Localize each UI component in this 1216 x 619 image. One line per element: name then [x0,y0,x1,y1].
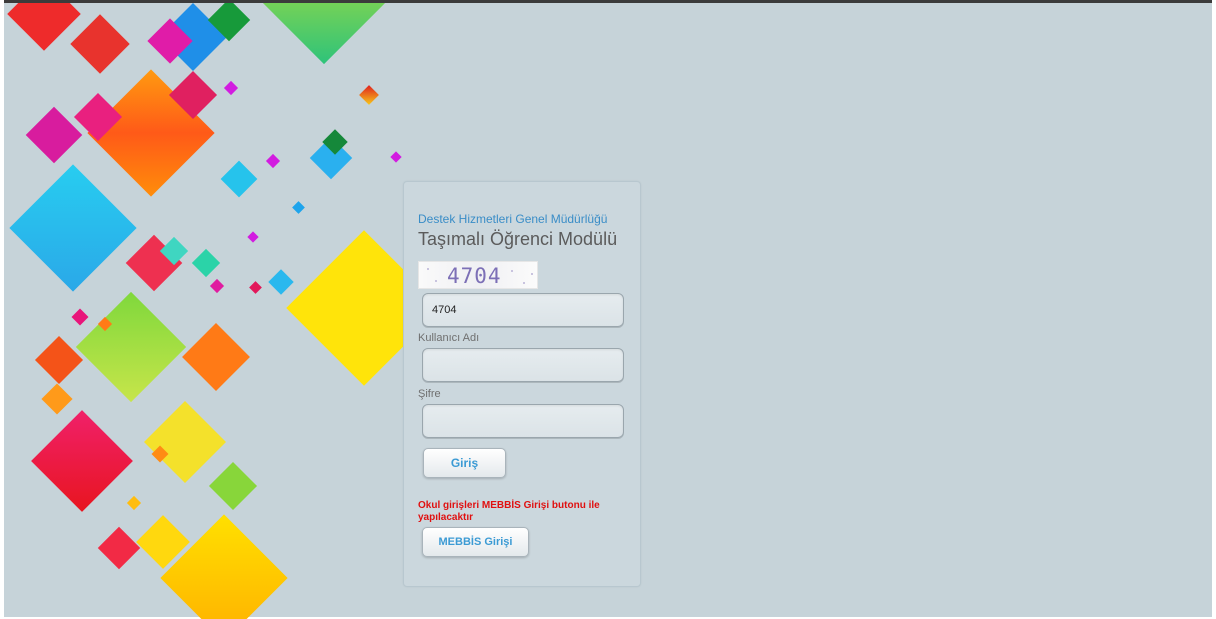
deco-square [249,281,262,294]
deco-square [9,164,137,292]
deco-square [292,201,305,214]
deco-square [182,323,250,391]
deco-square [191,248,221,278]
right-border [1212,0,1216,619]
decorative-background-squares [4,3,464,619]
deco-square [143,400,227,484]
deco-square [126,495,142,511]
captcha-noise [435,280,437,282]
deco-square [160,514,288,619]
deco-square [359,85,379,105]
deco-square [41,383,73,415]
organization-name: Destek Hizmetleri Genel Müdürlüğü [418,212,608,226]
deco-square [217,3,431,65]
captcha-noise [427,268,429,270]
deco-square [223,80,239,96]
deco-square [265,153,281,169]
captcha-noise [511,270,513,272]
captcha-input[interactable] [422,293,624,327]
deco-square [268,269,294,295]
deco-square [75,291,187,403]
page-title: Taşımalı Öğrenci Modülü [418,229,618,249]
login-panel: Destek Hizmetleri Genel Müdürlüğü Taşıma… [403,181,641,587]
deco-square [390,151,402,163]
deco-square [71,308,89,326]
username-field[interactable] [422,348,624,382]
deco-square [208,461,258,511]
deco-square [34,335,84,385]
captcha-text: 4704 [447,264,502,288]
mebbis-notice: Okul girişleri MEBBİS Girişi butonu ile … [418,500,600,523]
login-button[interactable]: Giriş [423,448,506,478]
deco-square [247,231,259,243]
password-label: Şifre [418,388,441,400]
deco-square [97,526,141,570]
deco-square [70,14,130,74]
mebbis-login-button[interactable]: MEBBİS Girişi [422,527,529,557]
captcha-image: 4704 [418,261,538,289]
captcha-noise [523,282,525,284]
deco-square [209,278,225,294]
deco-square [31,410,133,512]
deco-square [220,160,258,198]
username-label: Kullanıcı Adı [418,332,480,344]
captcha-noise [531,273,533,275]
password-field[interactable] [422,404,624,438]
